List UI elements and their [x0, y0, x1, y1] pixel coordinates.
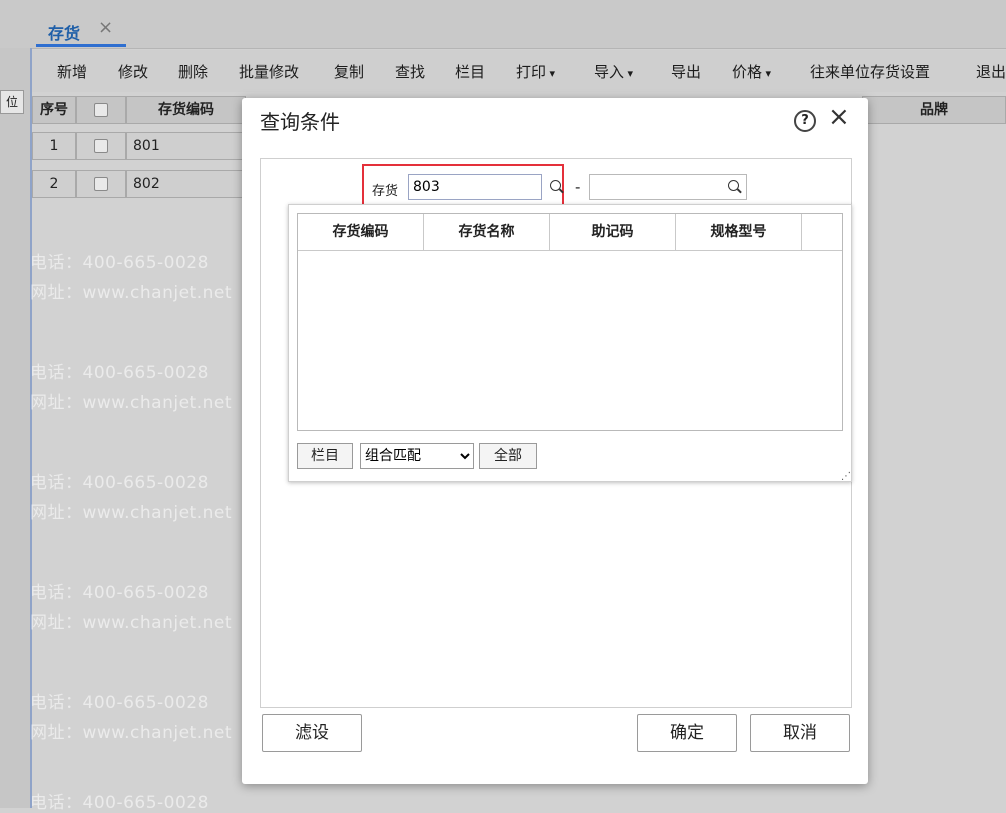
- toolbar-print-button[interactable]: 打印 ▾: [516, 61, 555, 82]
- inventory-reference-popup: 存货编码 存货名称 助记码 规格型号 栏目 组合匹配 全部 ⋰: [288, 204, 852, 482]
- toolbar-export-button[interactable]: 导出: [671, 61, 701, 82]
- col-header-code[interactable]: 存货编码: [298, 214, 424, 250]
- left-side-button[interactable]: 位: [0, 90, 24, 114]
- inventory-label: 存货: [372, 184, 399, 199]
- inventory-from-input[interactable]: [408, 174, 542, 200]
- import-label: 导入: [594, 63, 625, 81]
- help-icon[interactable]: ?: [794, 110, 816, 132]
- cancel-button[interactable]: 取消: [750, 714, 850, 752]
- tab-strip: 存货 ×: [0, 0, 1006, 49]
- chevron-down-icon: ▾: [762, 67, 772, 80]
- toolbar-find-button[interactable]: 查找: [395, 61, 425, 82]
- grid-header-checkbox: [76, 96, 126, 124]
- table-row-checkbox-cell: [76, 132, 126, 160]
- watermark-phone: 电话：400-665-0028: [30, 363, 209, 383]
- watermark-phone: 电话：400-665-0028: [30, 583, 209, 603]
- table-row-code[interactable]: 801: [126, 132, 246, 160]
- watermark-site: 网址：www.chanjet.net: [30, 723, 233, 743]
- reference-table: 存货编码 存货名称 助记码 规格型号: [297, 213, 843, 431]
- toolbar: 新增 修改 删除 批量修改 复制 查找 栏目 打印 ▾ 导入 ▾ 导出 价格 ▾…: [32, 50, 1006, 92]
- col-header-name[interactable]: 存货名称: [424, 214, 550, 250]
- col-header-spec[interactable]: 规格型号: [676, 214, 802, 250]
- toolbar-edit-button[interactable]: 修改: [118, 61, 148, 82]
- toolbar-columns-button[interactable]: 栏目: [455, 61, 485, 82]
- toolbar-import-button[interactable]: 导入 ▾: [594, 61, 633, 82]
- watermark-phone: 电话：400-665-0028: [30, 473, 209, 493]
- toolbar-batch-edit-button[interactable]: 批量修改: [239, 61, 299, 82]
- tab-close-icon[interactable]: ×: [98, 17, 113, 38]
- price-label: 价格: [732, 63, 763, 81]
- watermark-site: 网址：www.chanjet.net: [30, 613, 233, 633]
- print-label: 打印: [516, 63, 547, 81]
- table-row-seq: 2: [32, 170, 76, 198]
- watermark-phone: 电话：400-665-0028: [30, 793, 209, 813]
- table-row-code[interactable]: 802: [126, 170, 246, 198]
- range-dash: -: [575, 178, 581, 196]
- filter-settings-button[interactable]: 滤设: [262, 714, 362, 752]
- header-divider: [298, 250, 842, 251]
- watermark-phone: 电话：400-665-0028: [30, 253, 209, 273]
- close-icon[interactable]: ×: [828, 104, 850, 130]
- watermark-phone: 电话：400-665-0028: [30, 693, 209, 713]
- all-button[interactable]: 全部: [479, 443, 537, 469]
- grid-header-seq: 序号: [32, 96, 76, 124]
- toolbar-add-button[interactable]: 新增: [57, 61, 87, 82]
- query-conditions-dialog: 查询条件 ? × 存货 - 存货编码 存货名称 助记码 规格型号 栏目 组合匹配…: [242, 98, 868, 784]
- watermark-site: 网址：www.chanjet.net: [30, 283, 233, 303]
- col-header-mnemonic[interactable]: 助记码: [550, 214, 676, 250]
- table-row-seq: 1: [32, 132, 76, 160]
- chevron-down-icon: ▾: [624, 67, 634, 80]
- dialog-title: 查询条件: [260, 110, 340, 134]
- inventory-to-input[interactable]: [589, 174, 747, 200]
- toolbar-price-button[interactable]: 价格 ▾: [732, 61, 771, 82]
- match-mode-select[interactable]: 组合匹配: [360, 443, 474, 469]
- left-strip: [0, 48, 32, 808]
- table-row-checkbox-cell: [76, 170, 126, 198]
- select-all-checkbox[interactable]: [94, 103, 108, 117]
- chevron-down-icon: ▾: [546, 67, 556, 80]
- search-icon[interactable]: [550, 180, 561, 191]
- tab-inventory-label: 存货: [48, 24, 81, 43]
- toolbar-delete-button[interactable]: 删除: [178, 61, 208, 82]
- grid-header-code: 存货编码: [126, 96, 246, 124]
- tab-underline: [36, 44, 126, 47]
- tab-inventory[interactable]: 存货 ×: [36, 14, 126, 48]
- watermark-site: 网址：www.chanjet.net: [30, 503, 233, 523]
- row-checkbox[interactable]: [94, 139, 108, 153]
- search-icon[interactable]: [728, 180, 739, 191]
- grid-header-brand: 品牌: [862, 96, 1006, 124]
- toolbar-partner-inventory-button[interactable]: 往来单位存货设置: [810, 61, 930, 82]
- columns-button[interactable]: 栏目: [297, 443, 353, 469]
- ok-button[interactable]: 确定: [637, 714, 737, 752]
- toolbar-copy-button[interactable]: 复制: [334, 61, 364, 82]
- resize-handle-icon[interactable]: ⋰: [841, 471, 851, 482]
- toolbar-exit-button[interactable]: 退出: [976, 61, 1006, 82]
- row-checkbox[interactable]: [94, 177, 108, 191]
- watermark-site: 网址：www.chanjet.net: [30, 393, 233, 413]
